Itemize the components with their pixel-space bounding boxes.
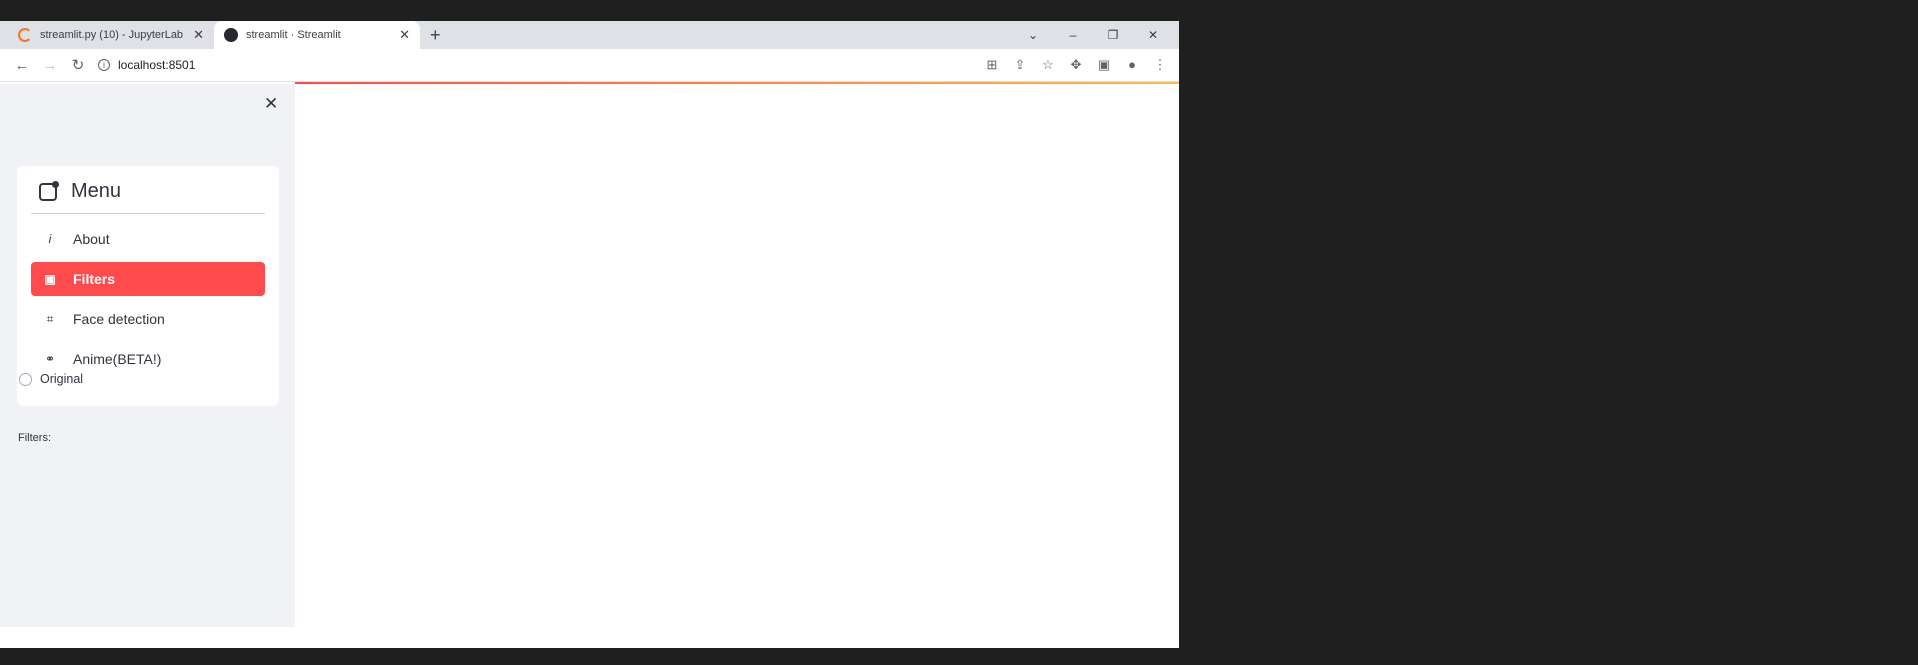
streamlit-icon [224,28,238,42]
tab-bar: streamlit.py (10) - JupyterLab ✕ streaml… [0,21,1179,49]
share-icon[interactable]: ⇪ [1009,57,1031,73]
url-field[interactable]: i localhost:8501 [92,52,981,78]
tab-search-icon[interactable]: ⌄ [1013,28,1053,42]
radio-label: Original [40,372,84,386]
menu-app-icon [39,180,59,201]
filters-label: Filters: [18,432,51,444]
url-text: localhost:8501 [118,58,196,72]
menu-item-label: Face detection [73,311,165,327]
close-tab-icon[interactable]: ✕ [193,27,204,43]
toolbar-icons: ⊞ ⇪ ☆ ✥ ▣ ● ⋮ [981,57,1171,73]
menu-item-face-detection[interactable]: ⌗ Face detection [31,302,265,336]
profile-icon[interactable]: ● [1121,57,1143,73]
close-window-icon[interactable]: ✕ [1133,28,1173,42]
option-menu: Menu i About ▣ Filters ⌗ Face detection … [17,166,279,406]
minimize-icon[interactable]: – [1053,28,1093,42]
new-tab-button[interactable]: + [430,21,441,49]
menu-item-label: Anime(BETA!) [73,351,162,367]
running-progress-line [295,82,1179,84]
tab-title: streamlit · Streamlit [246,29,341,41]
bookmark-star-icon[interactable]: ☆ [1037,57,1059,73]
address-bar: ← → ↻ i localhost:8501 ⊞ ⇪ ☆ ✥ ▣ ● ⋮ [0,49,1179,82]
menu-divider [31,213,265,214]
face-scan-icon: ⌗ [46,311,54,326]
translate-icon[interactable]: ⊞ [981,57,1003,73]
menu-item-label: About [73,231,110,247]
menu-item-label: Filters [73,271,116,287]
side-panel-icon[interactable]: ▣ [1093,57,1115,73]
radio-button[interactable] [19,372,32,386]
sidebar: ✕ Menu i About ▣ Filters ⌗ Face detectio… [0,84,295,627]
tab-jupyterlab[interactable]: streamlit.py (10) - JupyterLab ✕ [8,21,214,49]
image-icon: ▣ [44,272,56,286]
menu-item-anime[interactable]: ⚭ Anime(BETA!) [31,342,265,376]
tab-streamlit[interactable]: streamlit · Streamlit ✕ [214,21,420,49]
link-icon: ⚭ [44,352,56,366]
reload-icon[interactable]: ↻ [64,56,92,74]
menu-item-about[interactable]: i About [31,222,265,256]
forward-icon[interactable]: → [36,57,64,74]
menu-item-filters[interactable]: ▣ Filters [31,262,265,296]
site-info-icon[interactable]: i [98,59,110,71]
window-controls: ⌄ – ❐ ✕ [1013,21,1173,49]
menu-header: Menu [17,166,279,211]
extensions-icon[interactable]: ✥ [1065,57,1087,73]
close-tab-icon[interactable]: ✕ [399,27,410,43]
radio-original[interactable]: Original [19,372,83,386]
info-icon: i [48,232,52,246]
restore-icon[interactable]: ❐ [1093,28,1133,42]
close-sidebar-icon[interactable]: ✕ [264,94,278,114]
back-icon[interactable]: ← [8,57,36,74]
menu-title: Menu [71,180,122,202]
more-menu-icon[interactable]: ⋮ [1149,57,1171,73]
tab-title: streamlit.py (10) - JupyterLab [40,29,184,41]
jupyter-icon [18,28,32,42]
